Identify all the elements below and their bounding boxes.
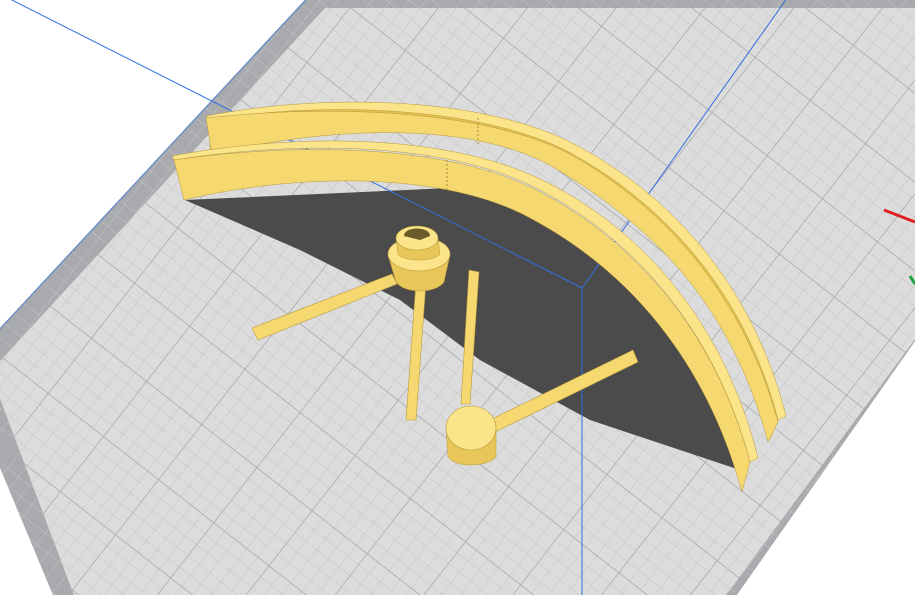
scene-canvas[interactable] xyxy=(0,0,915,595)
3d-viewport[interactable] xyxy=(0,0,915,595)
round-hub[interactable] xyxy=(445,405,497,466)
